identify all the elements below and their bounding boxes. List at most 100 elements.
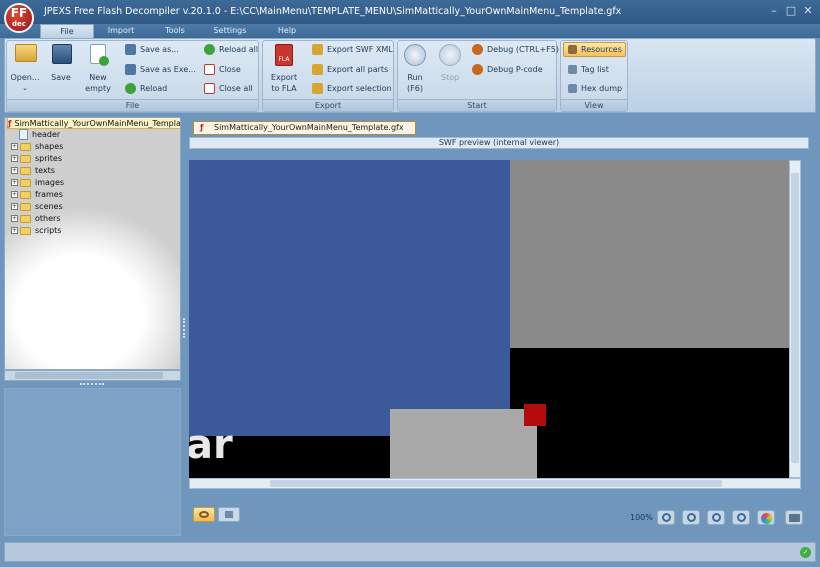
export-swf-xml-button[interactable]: Export SWF XML <box>312 43 393 57</box>
snapshot-button[interactable] <box>785 510 803 525</box>
hex-dump-button[interactable]: Hex dump <box>568 82 622 96</box>
tree-item-sprites[interactable]: + sprites <box>11 153 62 165</box>
zoom-reset-button[interactable] <box>732 510 750 525</box>
tree-item-images[interactable]: + images <box>11 177 64 189</box>
tree-item-texts[interactable]: + texts <box>11 165 55 177</box>
stage-vertical-scrollbar[interactable] <box>789 160 801 478</box>
expand-icon[interactable]: + <box>11 191 18 198</box>
close-file-button[interactable]: Close <box>204 63 241 77</box>
folder-icon <box>20 142 31 151</box>
maximize-button[interactable]: □ <box>785 5 797 17</box>
export-fla-button[interactable]: FLA Export to FLA <box>266 42 302 94</box>
tree-horizontal-scrollbar[interactable] <box>4 370 181 381</box>
save-as-button[interactable]: Save as... <box>125 43 179 57</box>
folder-icon <box>20 214 31 223</box>
reload-icon <box>125 83 136 94</box>
scroll-thumb[interactable] <box>15 372 163 379</box>
tree-root[interactable]: ƒ SimMattically_YourOwnMainMenu_Template <box>7 118 180 129</box>
close-all-button[interactable]: Close all <box>204 82 253 96</box>
new-empty-button[interactable]: New empty <box>82 42 114 94</box>
fla-file-icon: FLA <box>275 44 293 66</box>
light-gray-block <box>390 409 537 478</box>
list-icon <box>568 65 577 74</box>
preview-toggle-button[interactable] <box>193 507 215 522</box>
zoom-out-button[interactable] <box>682 510 700 525</box>
export-group-label: Export <box>263 99 393 111</box>
swf-stage[interactable]: ar <box>189 160 789 478</box>
expand-icon[interactable]: + <box>11 167 18 174</box>
run-label-line1: Run <box>407 73 423 82</box>
tab-tools[interactable]: Tools <box>155 24 195 38</box>
sound-button[interactable] <box>218 507 240 522</box>
export-selection-icon <box>312 83 323 94</box>
scroll-thumb[interactable] <box>270 480 722 487</box>
flash-file-icon: ƒ <box>8 119 12 128</box>
zoom-in-icon <box>662 513 671 522</box>
tab-file[interactable]: File <box>40 24 94 38</box>
tree-item-label: frames <box>35 190 63 199</box>
tree-item-shapes[interactable]: + shapes <box>11 141 63 153</box>
save-as-label: Save as... <box>140 45 179 54</box>
resources-label: Resources <box>581 45 622 54</box>
save-as-icon <box>125 44 136 55</box>
preview-header: SWF preview (internal viewer) <box>189 137 809 149</box>
document-tab[interactable]: ƒ SimMattically_YourOwnMainMenu_Template.… <box>193 121 416 135</box>
open-button[interactable]: Open... ⌄ <box>8 42 42 94</box>
close-button[interactable]: ✕ <box>802 5 814 17</box>
flash-file-icon: ƒ <box>200 123 204 132</box>
logo-text: FF <box>10 6 28 20</box>
debug-pcode-label: Debug P-code <box>487 65 543 74</box>
status-ok-icon: ✓ <box>800 547 811 558</box>
zoom-reset-icon <box>737 513 746 522</box>
expand-icon[interactable]: + <box>11 227 18 234</box>
save-button[interactable]: Save <box>46 42 76 92</box>
expand-icon[interactable]: + <box>11 215 18 222</box>
tree-item-label: images <box>35 178 65 187</box>
tree-item-label: texts <box>35 166 55 175</box>
scroll-thumb[interactable] <box>791 173 799 463</box>
tab-help[interactable]: Help <box>270 24 304 38</box>
resources-button[interactable]: Resources <box>563 42 626 57</box>
folder-icon <box>20 202 31 211</box>
debug-button[interactable]: Debug (CTRL+F5) <box>472 43 559 57</box>
tab-import[interactable]: Import <box>100 24 142 38</box>
reload-all-button[interactable]: Reload all <box>204 43 258 57</box>
expand-icon[interactable]: + <box>11 155 18 162</box>
zoom-in-button[interactable] <box>657 510 675 525</box>
run-button[interactable]: Run (F6) <box>400 42 430 94</box>
debug-pcode-button[interactable]: Debug P-code <box>472 63 543 77</box>
tree-item-header[interactable]: header <box>19 129 60 141</box>
tag-list-button[interactable]: Tag list <box>568 63 609 77</box>
vertical-splitter-handle[interactable] <box>183 318 186 338</box>
expand-icon[interactable]: + <box>11 143 18 150</box>
save-as-exe-button[interactable]: Save as Exe... <box>125 63 196 77</box>
tree-item-scenes[interactable]: + scenes <box>11 201 63 213</box>
export-selection-button[interactable]: Export selection <box>312 82 392 96</box>
tree-item-others[interactable]: + others <box>11 213 60 225</box>
blue-panel <box>189 160 510 436</box>
expand-icon[interactable]: + <box>11 179 18 186</box>
expand-icon[interactable]: + <box>11 203 18 210</box>
stage-horizontal-scrollbar[interactable] <box>189 478 801 489</box>
fla-badge: FLA <box>278 56 290 63</box>
color-picker-button[interactable] <box>757 510 775 525</box>
start-group-label: Start <box>398 99 556 111</box>
save-label: Save <box>51 73 71 82</box>
eye-icon <box>199 511 209 518</box>
tab-settings[interactable]: Settings <box>205 24 255 38</box>
zoom-fit-button[interactable] <box>707 510 725 525</box>
window-title: JPEXS Free Flash Decompiler v.20.1.0 - E… <box>44 6 622 17</box>
preview-label: SWF preview (internal viewer) <box>438 138 560 147</box>
logo-subtext: dec <box>12 20 26 28</box>
minimize-button[interactable]: – <box>768 5 780 17</box>
resource-tree[interactable]: ƒ SimMattically_YourOwnMainMenu_Template … <box>4 117 181 370</box>
reload-button[interactable]: Reload <box>125 82 167 96</box>
export-all-parts-button[interactable]: Export all parts <box>312 63 388 77</box>
tree-item-frames[interactable]: + frames <box>11 189 63 201</box>
tree-item-scripts[interactable]: + scripts <box>11 225 61 237</box>
stop-button[interactable]: Stop <box>435 42 465 94</box>
open-label: Open... <box>10 73 40 82</box>
app-logo-icon[interactable]: FF dec <box>4 3 34 33</box>
folder-icon <box>20 178 31 187</box>
splitter-handle[interactable] <box>80 383 104 386</box>
